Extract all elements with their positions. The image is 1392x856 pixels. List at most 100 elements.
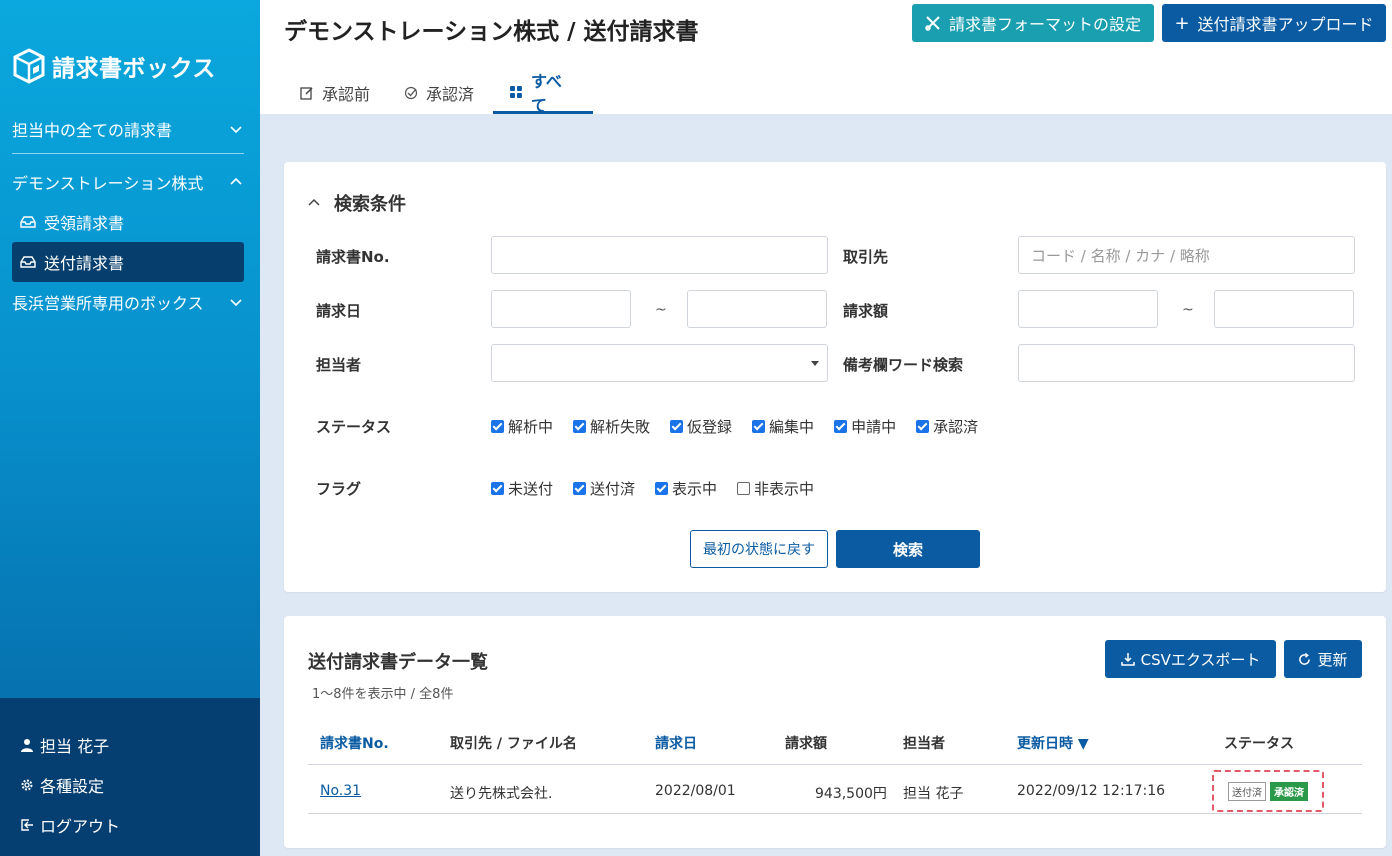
updated-at-cell: 2022/09/12 12:17:16	[1017, 783, 1166, 799]
app-logo[interactable]: 請求書ボックス	[12, 48, 216, 84]
column-header-assignee: 担当者	[903, 736, 945, 752]
logout-icon	[21, 819, 33, 831]
memo-search-input[interactable]	[1018, 344, 1355, 382]
status-checkbox[interactable]: 申請中	[834, 416, 896, 437]
invoice-date-to-input[interactable]	[687, 290, 827, 328]
search-conditions-toggle[interactable]: 検索条件	[308, 190, 406, 216]
amount-to-input[interactable]	[1214, 290, 1354, 328]
tools-icon	[925, 16, 940, 31]
page-title: デモンストレーション株式 / 送付請求書	[284, 19, 699, 45]
checkbox-checked-icon	[670, 420, 684, 433]
user-menu[interactable]: 担当 花子	[20, 733, 109, 757]
memo-search-label: 備考欄ワード検索	[843, 356, 964, 374]
sidebar-footer: 担当 花子 各種設定 ログアウト	[0, 698, 260, 856]
checkbox-label: 未送付	[508, 480, 554, 498]
nav-group-demo-company[interactable]: デモンストレーション株式	[0, 166, 260, 198]
assignee-select[interactable]	[491, 344, 828, 382]
invoice-date-label: 請求日	[316, 302, 362, 320]
flag-checkbox[interactable]: 表示中	[655, 478, 717, 499]
checkbox-checked-icon	[491, 482, 504, 495]
result-count: 1〜8件を表示中 / 全8件	[312, 687, 454, 702]
inbox-icon	[20, 256, 36, 268]
status-checkbox[interactable]: 承認済	[916, 416, 978, 437]
gear-icon	[21, 779, 33, 791]
sent-badge: 送付済	[1228, 781, 1266, 801]
nav-group-label: 担当中の全ての請求書	[12, 121, 173, 140]
flag-checkbox[interactable]: 未送付	[491, 478, 553, 499]
invoice-no-link[interactable]: No.31	[320, 783, 361, 799]
plus-icon: +	[1174, 12, 1190, 34]
column-header-invoice-no[interactable]: 請求書No.	[320, 733, 389, 753]
refresh-button[interactable]: 更新	[1284, 640, 1362, 678]
chevron-down-icon	[230, 126, 242, 134]
nav-group-label: 長浜営業所専用のボックス	[12, 294, 204, 313]
partner-input[interactable]: コード / 名称 / カナ / 略称	[1018, 236, 1355, 274]
download-icon	[1120, 653, 1135, 666]
table-row-divider	[308, 813, 1362, 814]
column-header-status: ステータス	[1224, 736, 1294, 752]
grid-icon	[509, 85, 522, 98]
edit-icon	[300, 87, 313, 100]
invoice-no-input[interactable]	[491, 236, 828, 274]
date-range-separator: ~	[655, 302, 667, 318]
column-header-invoice-date[interactable]: 請求日	[655, 733, 697, 753]
upload-invoice-button[interactable]: + 送付請求書アップロード	[1162, 4, 1386, 42]
status-label: ステータス	[316, 418, 392, 436]
status-checkbox[interactable]: 編集中	[752, 416, 814, 437]
tab-all[interactable]: すべて	[493, 72, 593, 115]
nav-divider	[12, 153, 244, 154]
chevron-up-icon	[308, 198, 320, 206]
invoice-format-settings-button[interactable]: 請求書フォーマットの設定	[912, 4, 1154, 42]
partner-placeholder: コード / 名称 / カナ / 略称	[1031, 246, 1210, 265]
checkbox-checked-icon	[573, 420, 587, 433]
checkbox-checked-icon	[752, 420, 766, 433]
column-header-updated-at[interactable]: 更新日時 ▼	[1017, 733, 1089, 753]
assignee-cell: 担当 花子	[903, 786, 964, 802]
settings-link[interactable]: 各種設定	[20, 773, 104, 797]
upload-button-label: 送付請求書アップロード	[1197, 15, 1374, 34]
checkbox-label: 仮登録	[687, 418, 733, 436]
invoice-no-label: 請求書No.	[316, 248, 390, 266]
amount-range-separator: ~	[1182, 302, 1194, 318]
page-header: デモンストレーション株式 / 送付請求書 請求書フォーマットの設定 + 送付請求…	[260, 0, 1392, 115]
nav-group-all-invoices[interactable]: 担当中の全ての請求書	[0, 113, 260, 145]
flag-checkbox[interactable]: 送付済	[573, 478, 635, 499]
checkbox-label: 申請中	[851, 418, 897, 436]
checkbox-checked-icon	[834, 420, 848, 433]
format-button-label: 請求書フォーマットの設定	[948, 15, 1141, 34]
column-header-partner: 取引先 / ファイル名	[450, 736, 577, 752]
search-button[interactable]: 検索	[836, 530, 980, 568]
amount-cell: 943,500円	[815, 786, 887, 802]
sidebar-item-sent-invoices[interactable]: 送付請求書	[12, 242, 244, 282]
checkbox-checked-icon	[916, 420, 930, 433]
flag-label: フラグ	[316, 480, 362, 498]
nav-group-nagahama-box[interactable]: 長浜営業所専用のボックス	[0, 286, 260, 318]
logo-text: 請求書ボックス	[52, 56, 216, 82]
status-checkbox[interactable]: 仮登録	[670, 416, 732, 437]
sidebar-item-received-invoices[interactable]: 受領請求書	[12, 202, 244, 242]
checkbox-label: 解析中	[508, 418, 554, 436]
invoice-list-card: 送付請求書データ一覧 1〜8件を表示中 / 全8件 CSVエクスポート 更新 請…	[284, 616, 1386, 848]
logout-link[interactable]: ログアウト	[20, 813, 120, 837]
partner-cell: 送り先株式会社.	[450, 786, 553, 802]
status-checkbox[interactable]: 解析中	[491, 416, 553, 437]
csv-export-button[interactable]: CSVエクスポート	[1105, 640, 1276, 678]
status-checkboxes: 解析中 解析失敗 仮登録 編集中 申請中 承認済	[491, 416, 978, 437]
tab-before-approval[interactable]: 承認前	[284, 72, 386, 114]
checkbox-checked-icon	[491, 420, 504, 433]
amount-from-input[interactable]	[1018, 290, 1158, 328]
refresh-button-label: 更新	[1317, 650, 1348, 669]
tab-approved[interactable]: 承認済	[388, 72, 490, 114]
checkbox-unchecked-icon	[737, 482, 751, 495]
refresh-icon	[1299, 652, 1311, 665]
status-checkbox[interactable]: 解析失敗	[573, 416, 650, 437]
invoice-date-cell: 2022/08/01	[655, 783, 736, 799]
invoice-date-from-input[interactable]	[491, 290, 631, 328]
reset-filters-button[interactable]: 最初の状態に戻す	[690, 530, 828, 568]
flag-checkbox[interactable]: 非表示中	[737, 478, 814, 499]
tab-label: 承認前	[322, 85, 371, 104]
approved-badge: 承認済	[1270, 781, 1308, 801]
csv-button-label: CSVエクスポート	[1140, 650, 1261, 669]
box-logo-icon	[13, 48, 45, 84]
dropdown-caret-icon	[811, 361, 819, 366]
